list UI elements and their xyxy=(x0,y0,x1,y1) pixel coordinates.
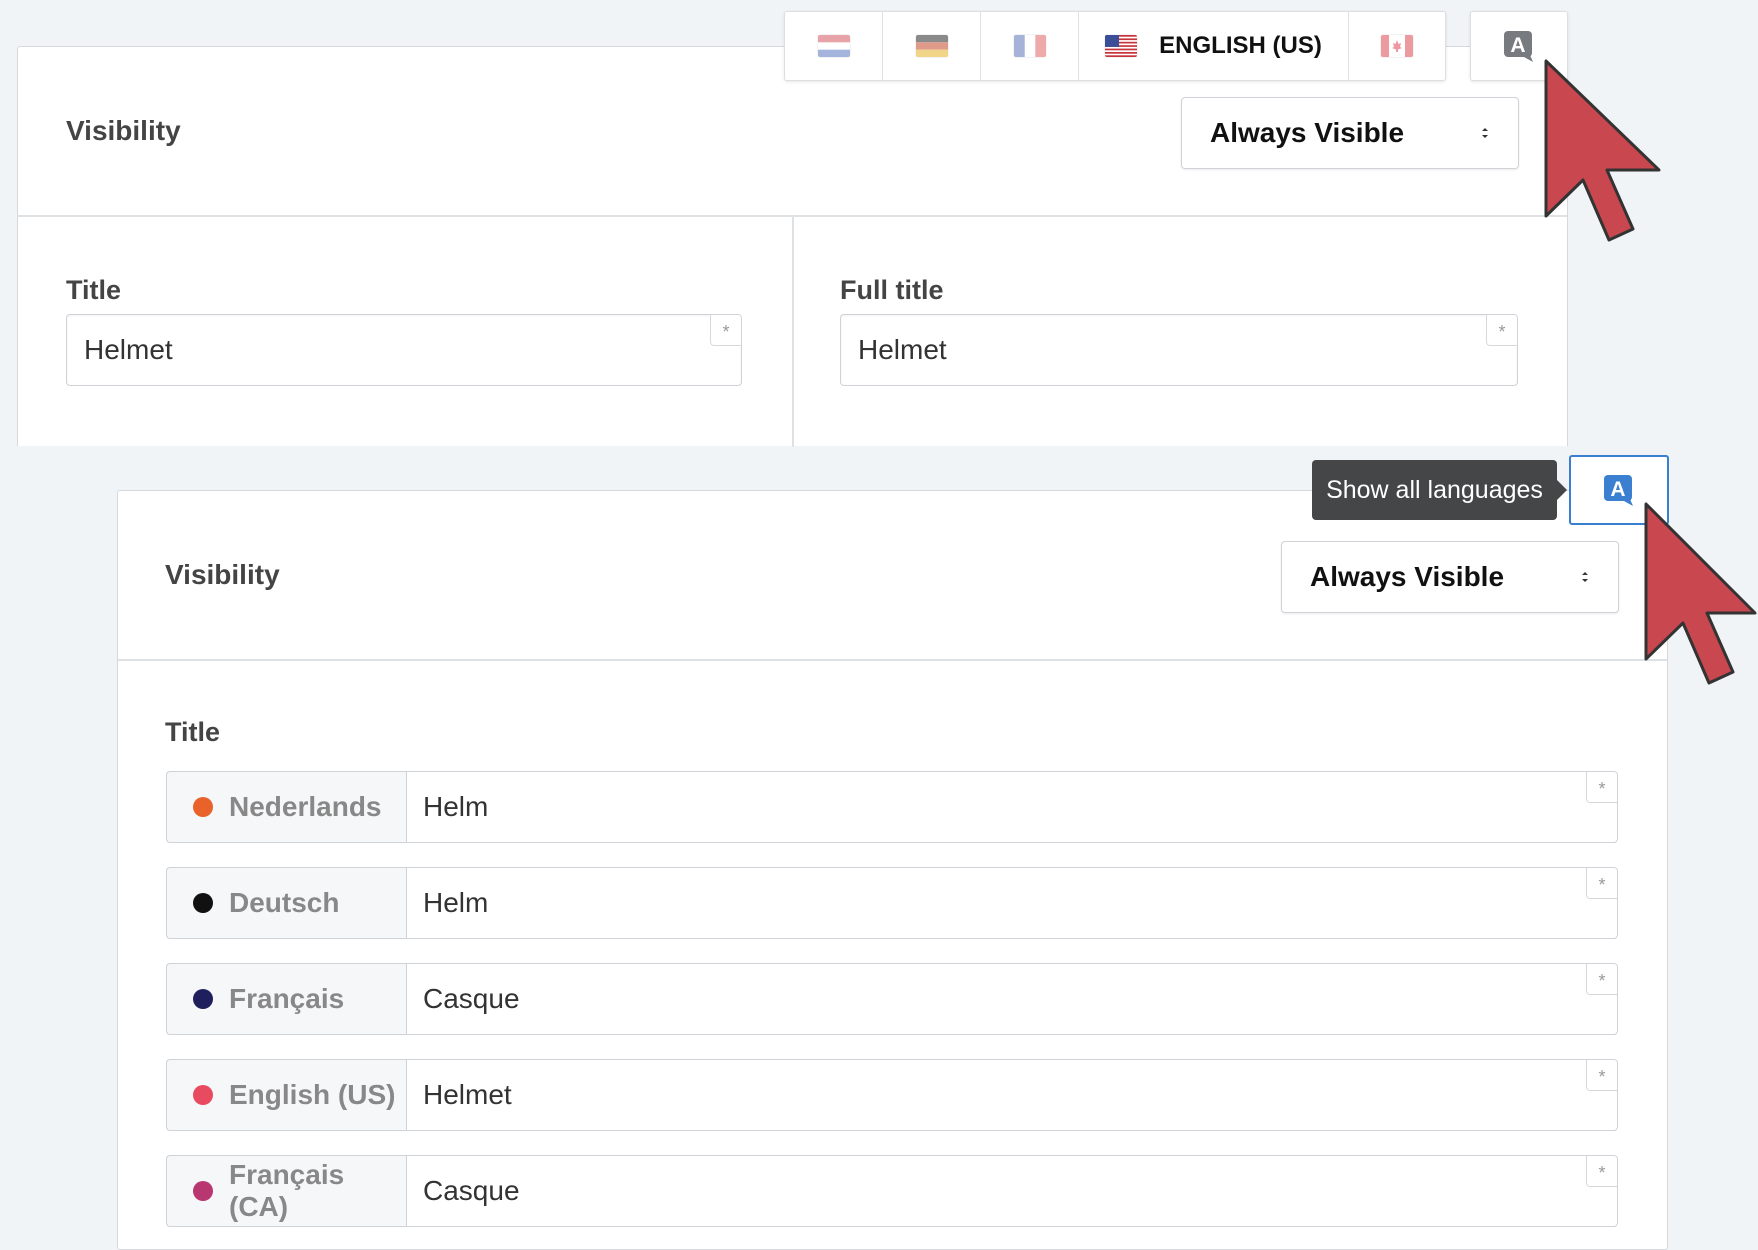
language-name-cell: Français (CA) xyxy=(166,1155,406,1227)
mouse-pointer-icon xyxy=(1644,502,1757,685)
title-input-value: Helmet xyxy=(84,334,173,365)
language-name: Français (CA) xyxy=(229,1159,345,1222)
language-name-cell: Français xyxy=(166,963,406,1035)
language-tab-ca[interactable] xyxy=(1349,12,1445,80)
visibility-label: Visibility xyxy=(165,559,280,590)
language-name-cell: Nederlands xyxy=(166,771,406,843)
select-caret-icon xyxy=(1482,128,1488,138)
select-caret-icon xyxy=(1582,572,1588,582)
language-color-dot xyxy=(193,893,213,913)
language-color-dot xyxy=(193,1181,213,1201)
title-value: Helmet xyxy=(423,1079,512,1110)
language-name: Français xyxy=(229,983,345,1014)
translate-icon: A xyxy=(1604,475,1633,506)
flag-ca-icon xyxy=(1381,35,1413,57)
required-marker: * xyxy=(1486,315,1517,346)
required-marker: * xyxy=(710,315,741,346)
language-tab-en-us[interactable]: ENGLISH (US) xyxy=(1079,12,1349,80)
title-input-de[interactable]: Helm * xyxy=(406,867,1618,939)
visibility-select[interactable]: Always Visible xyxy=(1181,97,1519,169)
language-name-cell: English (US) xyxy=(166,1059,406,1131)
flag-nl-icon xyxy=(817,35,850,57)
language-row-fr-ca: Français (CA) Casque * xyxy=(166,1155,1618,1227)
language-tabs: ENGLISH (US) xyxy=(784,11,1446,81)
full-title-label: Full title xyxy=(840,275,944,305)
language-row-en-us: English (US) Helmet * xyxy=(166,1059,1618,1131)
title-input-fr-ca[interactable]: Casque * xyxy=(406,1155,1618,1227)
title-input[interactable]: Helmet * xyxy=(66,314,742,386)
mouse-pointer-icon xyxy=(1544,59,1661,242)
title-label: Title xyxy=(165,717,221,747)
title-value: Casque xyxy=(423,1175,520,1206)
tooltip-text: Show all languages xyxy=(1326,475,1543,504)
active-language-label: ENGLISH (US) xyxy=(1159,32,1322,59)
full-title-input[interactable]: Helmet * xyxy=(840,314,1518,386)
required-marker: * xyxy=(1586,1156,1617,1187)
language-color-dot xyxy=(193,989,213,1009)
required-marker: * xyxy=(1586,772,1617,803)
language-tab-de[interactable] xyxy=(883,12,981,80)
language-row-de: Deutsch Helm * xyxy=(166,867,1618,939)
language-color-dot xyxy=(193,797,213,817)
translate-icon-glyph: A xyxy=(1610,478,1625,501)
visibility-select[interactable]: Always Visible xyxy=(1281,541,1619,613)
language-name: Nederlands xyxy=(229,791,382,822)
title-label: Title xyxy=(66,275,122,305)
flag-us-icon xyxy=(1105,35,1138,57)
translate-icon: A xyxy=(1504,31,1533,62)
full-title-input-value: Helmet xyxy=(858,334,947,365)
required-marker: * xyxy=(1586,964,1617,995)
visibility-select-value: Always Visible xyxy=(1210,117,1405,148)
language-tab-fr[interactable] xyxy=(981,12,1079,80)
title-input-en-us[interactable]: Helmet * xyxy=(406,1059,1618,1131)
required-marker: * xyxy=(1586,868,1617,899)
required-marker: * xyxy=(1586,1060,1617,1091)
column-divider xyxy=(792,216,794,447)
language-name: Deutsch xyxy=(229,887,340,918)
language-tab-nl[interactable] xyxy=(785,12,883,80)
translate-icon-glyph: A xyxy=(1510,34,1525,57)
title-input-nl[interactable]: Helm * xyxy=(406,771,1618,843)
panel-divider xyxy=(118,659,1667,661)
title-input-fr[interactable]: Casque * xyxy=(406,963,1618,1035)
flag-fr-icon xyxy=(1013,35,1046,57)
flag-de-icon xyxy=(915,35,948,57)
visibility-select-value: Always Visible xyxy=(1310,561,1505,592)
language-row-fr: Français Casque * xyxy=(166,963,1618,1035)
title-value: Casque xyxy=(423,983,520,1014)
visibility-label: Visibility xyxy=(66,115,181,146)
show-all-languages-tooltip: Show all languages xyxy=(1312,460,1557,520)
language-name-cell: Deutsch xyxy=(166,867,406,939)
translation-panel-single: Visibility Always Visible Title Helmet *… xyxy=(17,46,1568,447)
title-value: Helm xyxy=(423,791,489,822)
language-row-nl: Nederlands Helm * xyxy=(166,771,1618,843)
title-value: Helm xyxy=(423,887,489,918)
language-color-dot xyxy=(193,1085,213,1105)
language-name: English (US) xyxy=(229,1079,396,1110)
